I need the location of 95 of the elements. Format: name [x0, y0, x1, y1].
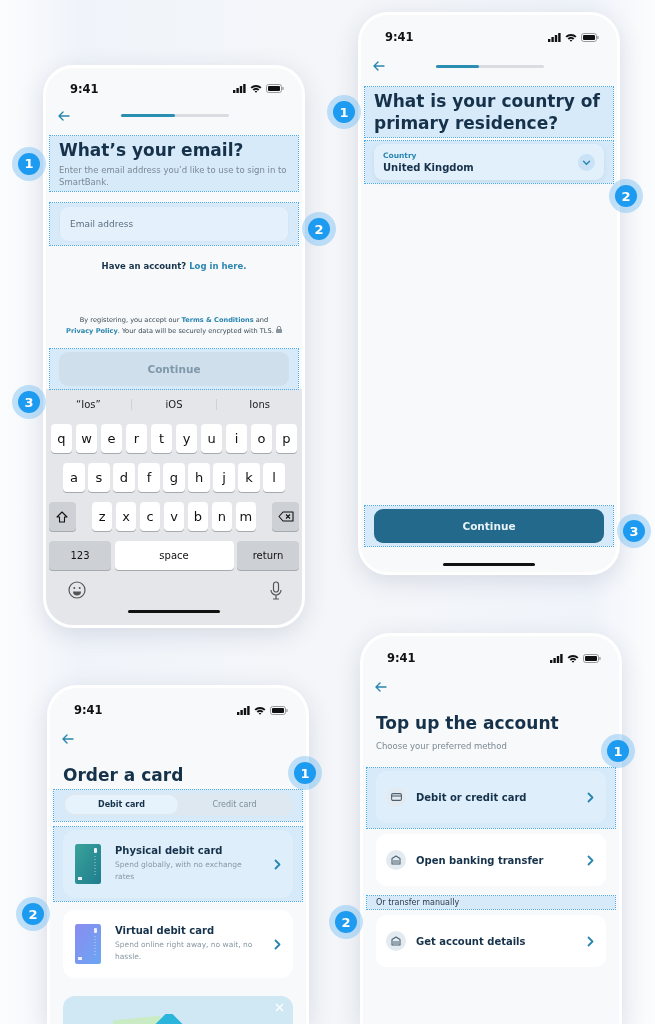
- section-label: Or transfer manually: [376, 898, 461, 907]
- letter-key[interactable]: b: [187, 502, 209, 531]
- shift-icon: [56, 510, 69, 523]
- letter-key[interactable]: p: [275, 424, 298, 453]
- letter-key[interactable]: v: [163, 502, 185, 531]
- backspace-key[interactable]: [272, 502, 299, 531]
- suggestion[interactable]: iOS: [131, 398, 218, 410]
- letter-key[interactable]: j: [213, 463, 235, 492]
- chevron-right-icon: [587, 854, 594, 866]
- bank-card-drawing: [75, 844, 101, 884]
- email-field[interactable]: Email address: [59, 206, 289, 242]
- screen-title: What’s your email?: [59, 139, 245, 161]
- account-prompt: Have an account?: [101, 261, 187, 271]
- signal-icon: [233, 84, 246, 94]
- battery-icon: [270, 705, 288, 715]
- letter-key[interactable]: y: [175, 424, 198, 453]
- letter-key[interactable]: w: [75, 424, 98, 453]
- lock-icon: [275, 326, 282, 333]
- letter-key[interactable]: g: [163, 463, 185, 492]
- callout-badge: 3: [623, 520, 645, 542]
- letter-key[interactable]: i: [225, 424, 248, 453]
- chevron-down-icon: [578, 153, 595, 171]
- letter-key[interactable]: u: [200, 424, 223, 453]
- chevron-right-icon: [587, 935, 594, 947]
- back-button[interactable]: [375, 682, 387, 692]
- method-option[interactable]: Debit or credit card: [376, 771, 606, 823]
- letter-key[interactable]: e: [100, 424, 123, 453]
- callout-badge: 1: [18, 152, 40, 175]
- letter-key[interactable]: r: [125, 424, 148, 453]
- status-time: 9:41: [74, 703, 103, 717]
- callout-badge: 2: [22, 903, 44, 925]
- letter-key[interactable]: n: [211, 502, 232, 531]
- chevron-right-icon: [274, 858, 281, 870]
- battery-icon: [266, 84, 284, 94]
- chevron-right-icon: [587, 791, 594, 803]
- callout-badge: 1: [607, 740, 629, 762]
- callout-badge: 2: [308, 218, 330, 240]
- chevron-right-icon: [274, 938, 281, 950]
- letter-key[interactable]: o: [250, 424, 273, 453]
- login-link[interactable]: Log in here.: [189, 261, 247, 271]
- signal-icon: [237, 705, 250, 715]
- wifi-icon: [565, 32, 577, 42]
- backspace-icon: [277, 511, 294, 522]
- emoji-icon[interactable]: [68, 581, 86, 599]
- letter-key[interactable]: x: [116, 502, 137, 531]
- wifi-icon: [567, 653, 579, 663]
- screen-title: What is your country of primary residence?: [374, 90, 601, 134]
- numbers-key[interactable]: 123: [49, 541, 111, 570]
- signal-icon: [550, 653, 563, 663]
- battery-icon: [581, 32, 599, 42]
- screen-title: Top up the account: [376, 712, 560, 734]
- letter-key[interactable]: z: [92, 502, 113, 531]
- suggestion[interactable]: “Ios”: [46, 398, 132, 410]
- letter-key[interactable]: l: [263, 463, 285, 492]
- callout-badge: 2: [335, 911, 357, 933]
- letter-key[interactable]: s: [88, 463, 110, 492]
- signal-icon: [548, 32, 561, 42]
- shift-key[interactable]: [49, 502, 76, 531]
- wifi-icon: [250, 84, 262, 94]
- letter-key[interactable]: q: [50, 424, 73, 453]
- callout-badge: 2: [615, 185, 637, 207]
- callout-badge: 1: [333, 101, 355, 123]
- back-button[interactable]: [373, 61, 385, 71]
- suggestion[interactable]: Ions: [217, 398, 302, 410]
- bank-icon: [386, 931, 406, 951]
- letter-key[interactable]: f: [138, 463, 160, 492]
- status-time: 9:41: [387, 651, 416, 665]
- screen-title: Order a card: [63, 764, 185, 786]
- card-type-tab[interactable]: Debit card: [65, 795, 178, 814]
- back-button[interactable]: [62, 734, 74, 744]
- battery-icon: [583, 653, 601, 663]
- letter-key[interactable]: k: [238, 463, 260, 492]
- card-icon: [386, 787, 406, 807]
- callout-badge: 3: [18, 391, 40, 413]
- space-key[interactable]: space: [114, 541, 234, 570]
- letter-key[interactable]: d: [113, 463, 135, 492]
- letter-key[interactable]: h: [188, 463, 210, 492]
- wifi-icon: [254, 705, 266, 715]
- screen-subtitle: Choose your preferred method: [376, 740, 508, 752]
- status-time: 9:41: [70, 81, 99, 96]
- method-option[interactable]: Get account details: [376, 915, 606, 967]
- letter-key[interactable]: m: [235, 502, 256, 531]
- letter-key[interactable]: c: [139, 502, 161, 531]
- callout-badge: 1: [294, 762, 316, 784]
- back-button[interactable]: [58, 110, 70, 121]
- letter-key[interactable]: a: [63, 463, 85, 492]
- status-time: 9:41: [385, 30, 414, 44]
- bank-card-drawing: [75, 924, 101, 964]
- microphone-icon[interactable]: [270, 581, 282, 600]
- return-key[interactable]: return: [237, 541, 299, 570]
- letter-key[interactable]: t: [150, 424, 173, 453]
- screen-subtitle: Enter the email address you’d like to use to sign in to SmartBank.: [59, 164, 288, 188]
- continue-button[interactable]: Continue: [374, 509, 604, 543]
- method-option[interactable]: Open banking transfer: [376, 834, 606, 886]
- bank-icon: [386, 850, 406, 870]
